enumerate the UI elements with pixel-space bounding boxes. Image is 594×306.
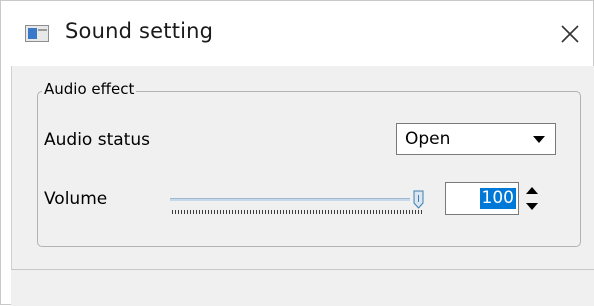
- volume-slider-thumb[interactable]: [413, 190, 424, 209]
- volume-spinner: [519, 182, 545, 215]
- volume-decrement-button[interactable]: [519, 199, 545, 215]
- arrow-down-icon: [526, 203, 538, 210]
- window-title: Sound setting: [65, 19, 214, 43]
- audio-status-dropdown[interactable]: Open: [396, 123, 556, 155]
- volume-slider-track: [170, 198, 410, 201]
- audio-status-selected-value: Open: [405, 129, 451, 149]
- volume-value-input[interactable]: 100: [445, 182, 519, 215]
- sound-setting-window: Sound setting Audio effect Audio status …: [0, 0, 594, 306]
- status-bar: [11, 269, 594, 306]
- audio-effect-group-title: Audio effect: [42, 80, 137, 98]
- window-app-icon: [25, 25, 49, 42]
- audio-status-label: Audio status: [44, 130, 150, 150]
- audio-effect-groupbox: [37, 91, 581, 247]
- volume-slider-ticks: [172, 210, 422, 214]
- title-bar[interactable]: Sound setting: [1, 1, 593, 66]
- volume-label: Volume: [44, 189, 108, 209]
- volume-increment-button[interactable]: [519, 182, 545, 198]
- slider-thumb-icon: [413, 190, 424, 209]
- arrow-up-icon: [526, 187, 538, 194]
- volume-value-text: 100: [479, 188, 516, 209]
- volume-slider[interactable]: [168, 184, 428, 222]
- close-button[interactable]: [553, 17, 587, 51]
- chevron-down-icon: [533, 136, 545, 143]
- close-icon: [561, 25, 579, 43]
